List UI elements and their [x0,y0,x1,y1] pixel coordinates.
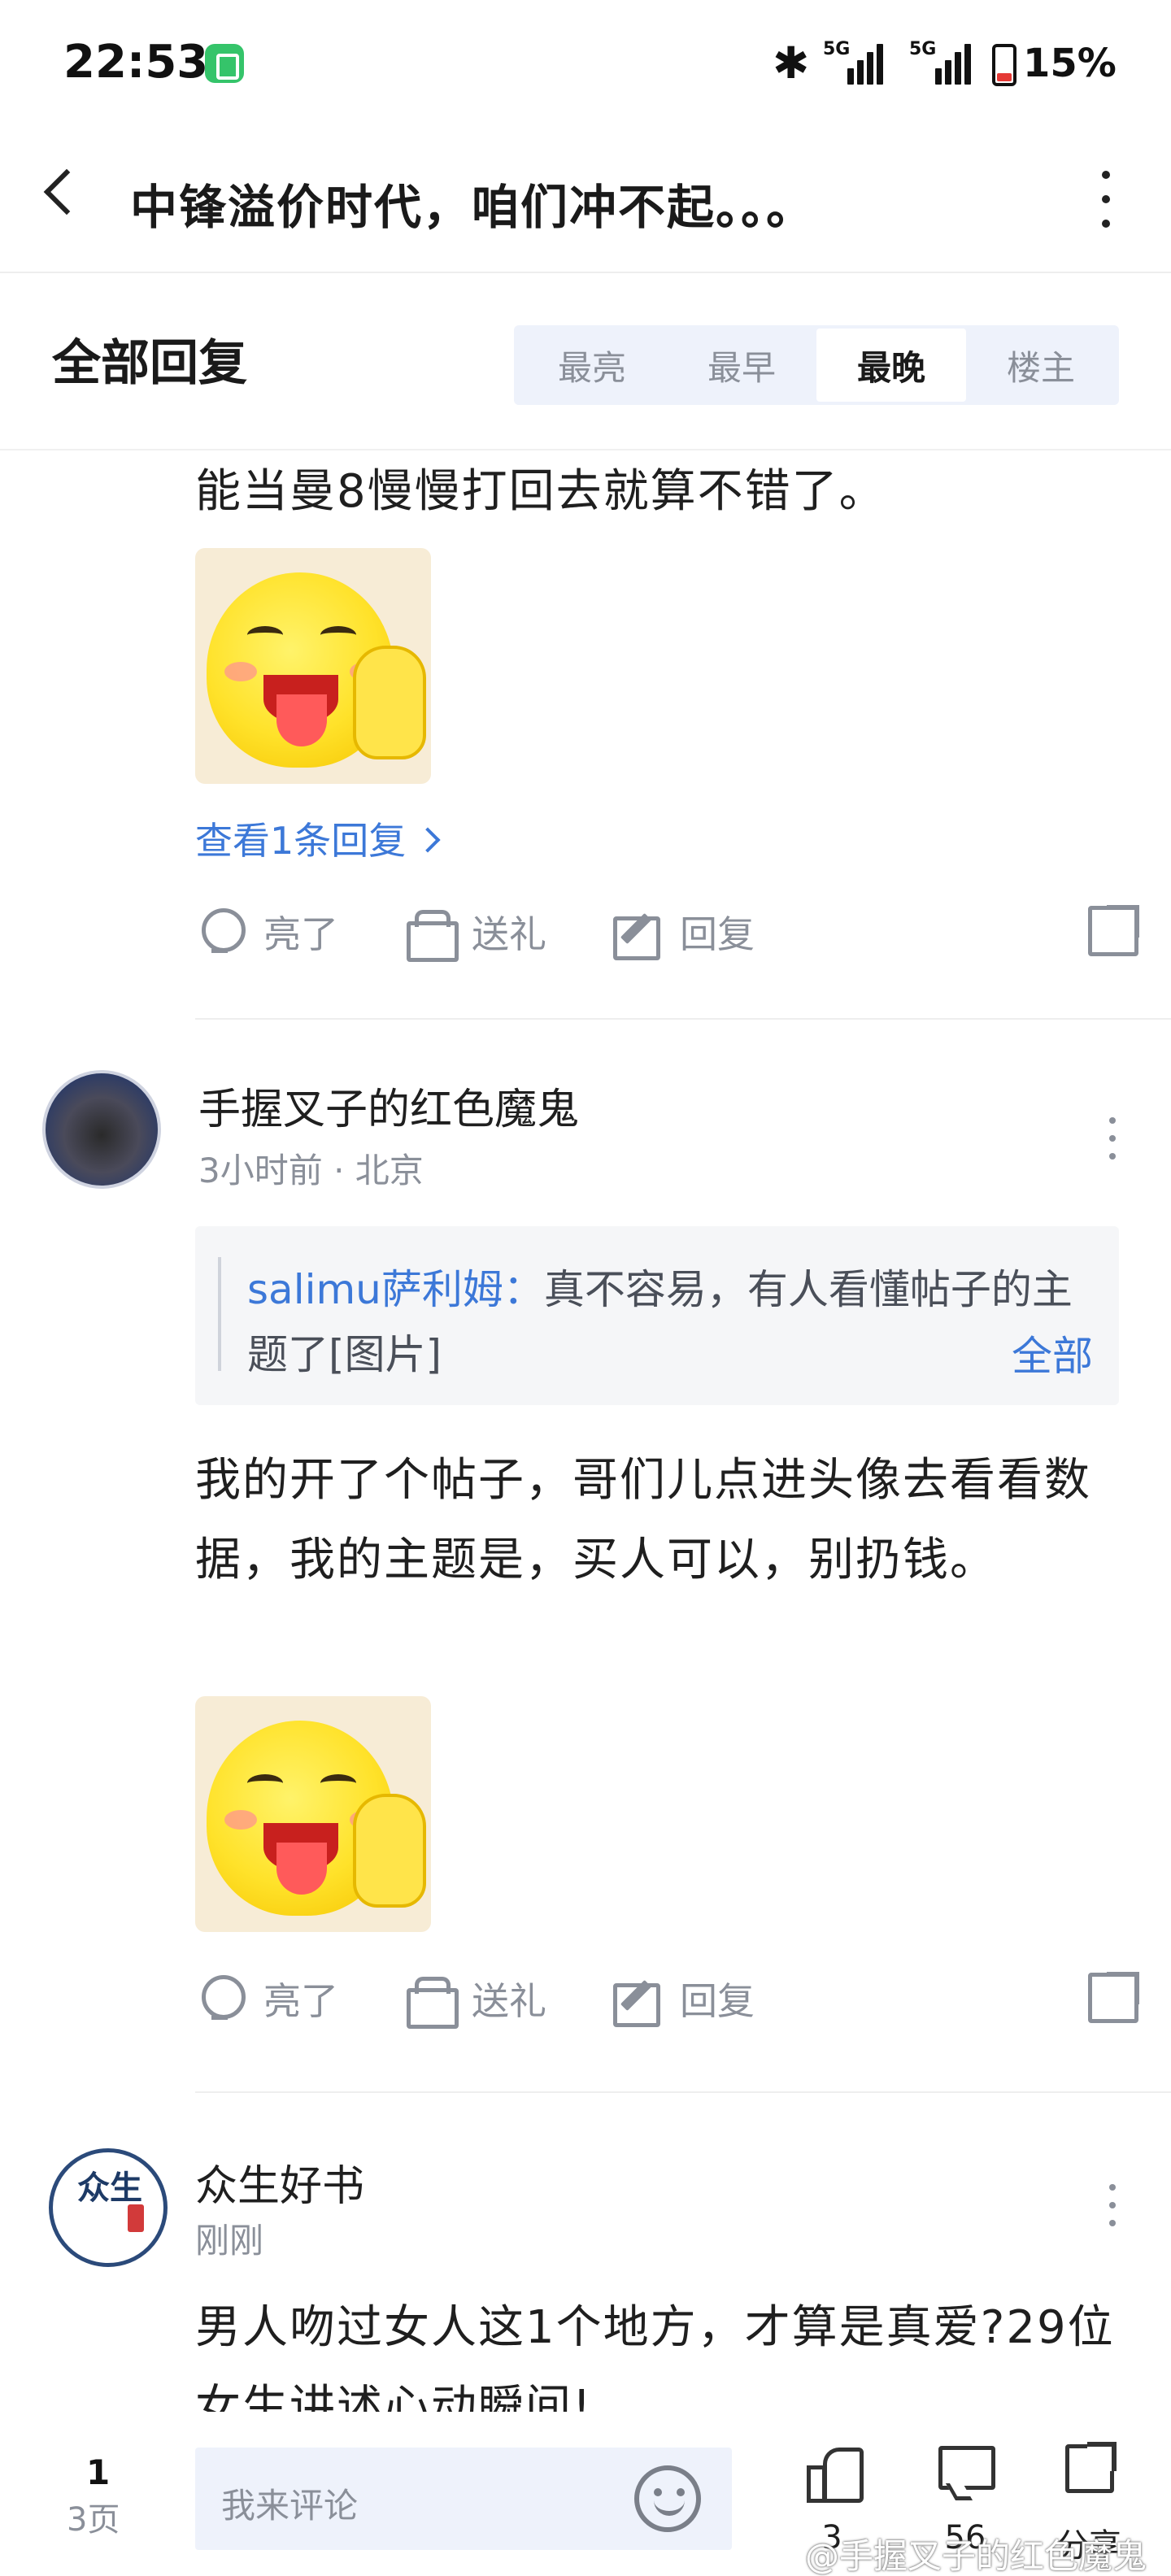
page-title: 中锋溢价时代，咱们冲不起。。。 [130,180,816,235]
share-icon[interactable] [1088,1972,1139,2023]
comment-text: 能当曼8慢慢打回去就算不错了。 [195,465,886,518]
comment-text-clip: 男人吻过女人这1个地方，才算是真爱?29位女生讲述心动瞬间! [195,2285,1138,2412]
battery-percentage: 15% [1023,41,1117,86]
comment-actions: 亮了 送礼 回复 [195,1966,1139,2031]
reply-label: 回复 [680,912,755,956]
gift-icon [403,1973,459,2029]
comment-meta: 3小时前 · 北京 [198,1151,424,1190]
page-total[interactable]: 3页 [67,2493,120,2540]
tab-op-only[interactable]: 楼主 [966,329,1116,402]
gift-button[interactable]: 送礼 [403,899,546,964]
light-label: 亮了 [263,912,338,956]
battery-icon [992,44,1016,86]
reply-label: 回复 [680,1979,755,2023]
signal-icon: 5G [903,39,971,85]
gift-button[interactable]: 送礼 [403,1966,546,2031]
thumbs-up-icon [807,2443,864,2503]
sticker-image[interactable] [195,548,431,784]
watermark: @手握叉子的红色魔鬼 [805,2536,1147,2576]
reply-button[interactable]: 回复 [612,899,755,964]
quote-text: salimu萨利姆：真不容易，有人看懂帖子的主题了[图片] [247,1257,1093,1387]
nav-bar: 中锋溢价时代，咱们冲不起。。。 [0,130,1171,273]
share-icon [1065,2442,1117,2493]
quote-bar [218,1257,221,1371]
status-bar: 22:53 ✱ 5G 5G 15% [0,0,1171,130]
author-name[interactable]: 手握叉子的红色魔鬼 [198,1075,579,1136]
share-icon[interactable] [1088,905,1139,956]
signal-icon: 5G [823,39,883,85]
replies-header: 全部回复 最亮 最早 最晚 楼主 [0,275,1171,450]
edit-reply-icon [612,907,662,960]
gift-label: 送礼 [472,1979,546,2023]
network-type-label: 5G [823,39,851,59]
comment-placeholder: 我来评论 [221,2486,359,2526]
page-current[interactable]: 1 [86,2452,110,2492]
comment-icon [938,2446,995,2490]
edit-reply-icon [612,1973,662,2027]
quoted-reply[interactable]: salimu萨利姆：真不容易，有人看懂帖子的主题了[图片] 全部 [195,1226,1119,1405]
comment-meta: 刚刚 [195,2221,264,2261]
avatar-text: 众生 [77,2169,142,2207]
tab-brightest[interactable]: 最亮 [517,329,667,402]
comment-text: 我的开了个帖子，哥们儿点进头像去看看数据，我的主题是，买人可以，别扔钱。 [195,1454,1091,1586]
author-name[interactable]: 众生好书 [195,2152,364,2213]
divider [195,2091,1171,2093]
bluetooth-icon: ✱ [773,37,810,89]
quote-expand-link[interactable]: 全部 [1002,1324,1093,1382]
sort-tabs: 最亮 最早 最晚 楼主 [514,325,1119,405]
light-label: 亮了 [263,1979,338,2023]
sticker-image[interactable] [195,1696,431,1932]
app-notification-icon [205,44,244,83]
more-options-icon[interactable] [1108,1117,1117,1166]
quote-username[interactable]: salimu萨利姆： [247,1266,544,1313]
comment-input[interactable]: 我来评论 [195,2448,732,2550]
divider [195,1018,1171,1020]
gift-icon [403,907,459,962]
gift-label: 送礼 [472,912,546,956]
comment-actions: 亮了 送礼 回复 [195,899,1139,964]
back-chevron-icon[interactable] [43,168,90,215]
reply-button[interactable]: 回复 [612,1966,755,2031]
light-button[interactable]: 亮了 [195,1966,338,2031]
light-button[interactable]: 亮了 [195,899,338,964]
replies-title: 全部回复 [52,335,247,392]
more-vertical-icon[interactable] [1098,171,1114,236]
comment-text: 男人吻过女人这1个地方，才算是真爱?29位女生讲述心动瞬间! [195,2301,1115,2412]
emoji-icon[interactable] [634,2465,701,2532]
tab-earliest[interactable]: 最早 [667,329,816,402]
seal-stamp [128,2204,144,2232]
lightbulb-icon [195,1973,246,2024]
lightbulb-icon [195,907,246,957]
avatar[interactable]: 众生 [49,2148,168,2267]
network-type-label: 5G [909,39,937,59]
more-options-icon[interactable] [1108,2184,1117,2233]
view-replies-link[interactable]: 查看1条回复 [195,812,437,865]
avatar[interactable] [42,1070,161,1189]
status-time: 22:53 [63,36,209,89]
tab-latest[interactable]: 最晚 [816,329,966,402]
